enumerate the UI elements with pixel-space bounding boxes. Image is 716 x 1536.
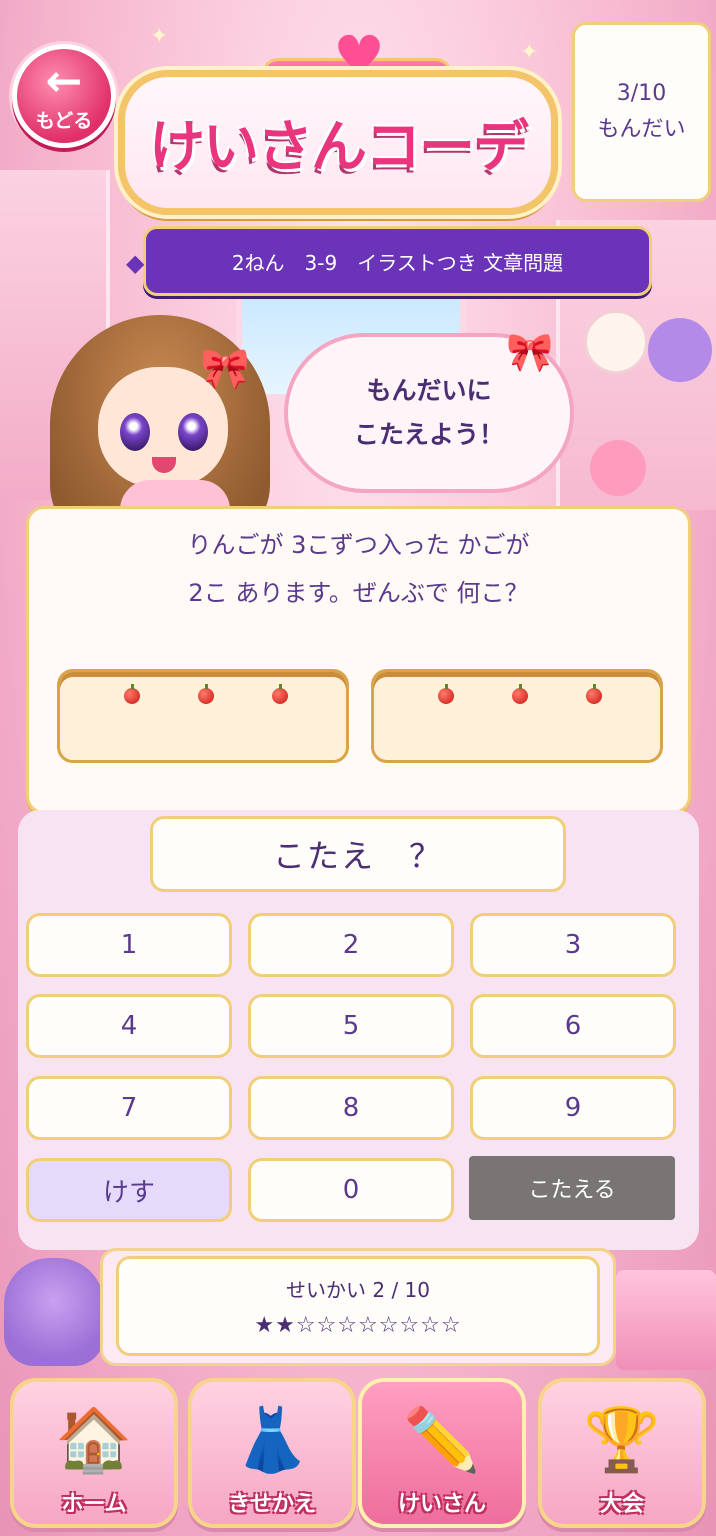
question-progress: 3/10 もんだい [572, 22, 711, 202]
lesson-title: 2ねん 3-9 イラストつき 文章問題 [231, 250, 564, 275]
answer-value: こたえ ？ [272, 837, 443, 875]
apple-icon [124, 684, 140, 704]
progress-label: もんだい [597, 117, 686, 142]
score-label: せいかい 2 / 10 [286, 1278, 430, 1302]
basket-illustration [57, 669, 349, 763]
question-card: りんごが 3こずつ入った かごが 2こ あります。ぜんぶで 何こ？ [26, 506, 691, 814]
nav-dressup[interactable]: 👗 きせかえ [188, 1378, 356, 1528]
dress-icon: 👗 [233, 1403, 311, 1476]
score-box: せいかい 2 / 10 ★★☆☆☆☆☆☆☆☆ [116, 1256, 600, 1356]
speech-line-2: こたえよう！ [353, 420, 504, 449]
key-2[interactable]: 2 [248, 913, 454, 977]
progress-fraction: 3/10 [616, 81, 667, 106]
key-9[interactable]: 9 [470, 1076, 676, 1140]
app-logo: けいさんコーデ [118, 70, 558, 215]
lesson-banner: 2ねん 3-9 イラストつき 文章問題 [126, 226, 652, 296]
key-1[interactable]: 1 [26, 913, 232, 977]
gift-box-decoration [616, 1270, 716, 1370]
heart-bottle-decoration [590, 440, 646, 496]
question-text-line-2: 2こ あります。ぜんぶで 何こ？ [188, 579, 529, 607]
apple-icon [272, 684, 288, 704]
clear-button[interactable]: けす [26, 1158, 232, 1222]
cat-plush-decoration [648, 318, 712, 382]
nav-tournament[interactable]: 🏆 大会 [538, 1378, 706, 1528]
key-6[interactable]: 6 [470, 994, 676, 1058]
key-3[interactable]: 3 [470, 913, 676, 977]
question-text-line-1: りんごが 3こずつ入った かごが [187, 531, 530, 559]
nav-calculation[interactable]: ✏️ けいさん [358, 1378, 526, 1528]
apple-icon [512, 684, 528, 704]
submit-answer-button[interactable]: こたえる [469, 1156, 675, 1220]
ribbon-bow-icon: 🎀 [506, 330, 554, 374]
trophy-icon: 🏆 [583, 1403, 661, 1476]
nav-calculation-label: けいさん [397, 1492, 486, 1517]
arrow-left-icon: ← [45, 55, 83, 107]
apple-icon [586, 684, 602, 704]
speech-line-1: もんだいに [366, 376, 492, 405]
back-button[interactable]: ← もどる [12, 44, 116, 148]
apple-icon [438, 684, 454, 704]
nav-home-label: ホーム [61, 1492, 127, 1517]
key-8[interactable]: 8 [248, 1076, 454, 1140]
cat-plush-decoration [4, 1258, 104, 1366]
guide-character: 🎀 [40, 305, 290, 545]
sparkle-icon: ✦ [150, 24, 169, 49]
basket-illustration [371, 669, 663, 763]
bow-icon: 🎀 [200, 346, 250, 392]
answer-display: こたえ ？ [150, 816, 566, 892]
key-0[interactable]: 0 [248, 1158, 454, 1222]
app-title: けいさんコーデ [149, 115, 529, 180]
house-icon: 🏠 [55, 1403, 133, 1476]
sparkle-icon: ✦ [520, 40, 539, 65]
nav-tournament-label: 大会 [599, 1492, 644, 1517]
bunny-plush-decoration [584, 310, 648, 374]
apple-icon [198, 684, 214, 704]
key-5[interactable]: 5 [248, 994, 454, 1058]
nav-dressup-label: きせかえ [227, 1492, 316, 1517]
key-7[interactable]: 7 [26, 1076, 232, 1140]
nav-home[interactable]: 🏠 ホーム [10, 1378, 178, 1528]
back-button-label: もどる [35, 109, 93, 132]
key-4[interactable]: 4 [26, 994, 232, 1058]
score-stars: ★★☆☆☆☆☆☆☆☆ [254, 1313, 462, 1338]
pencil-icon: ✏️ [403, 1403, 481, 1476]
